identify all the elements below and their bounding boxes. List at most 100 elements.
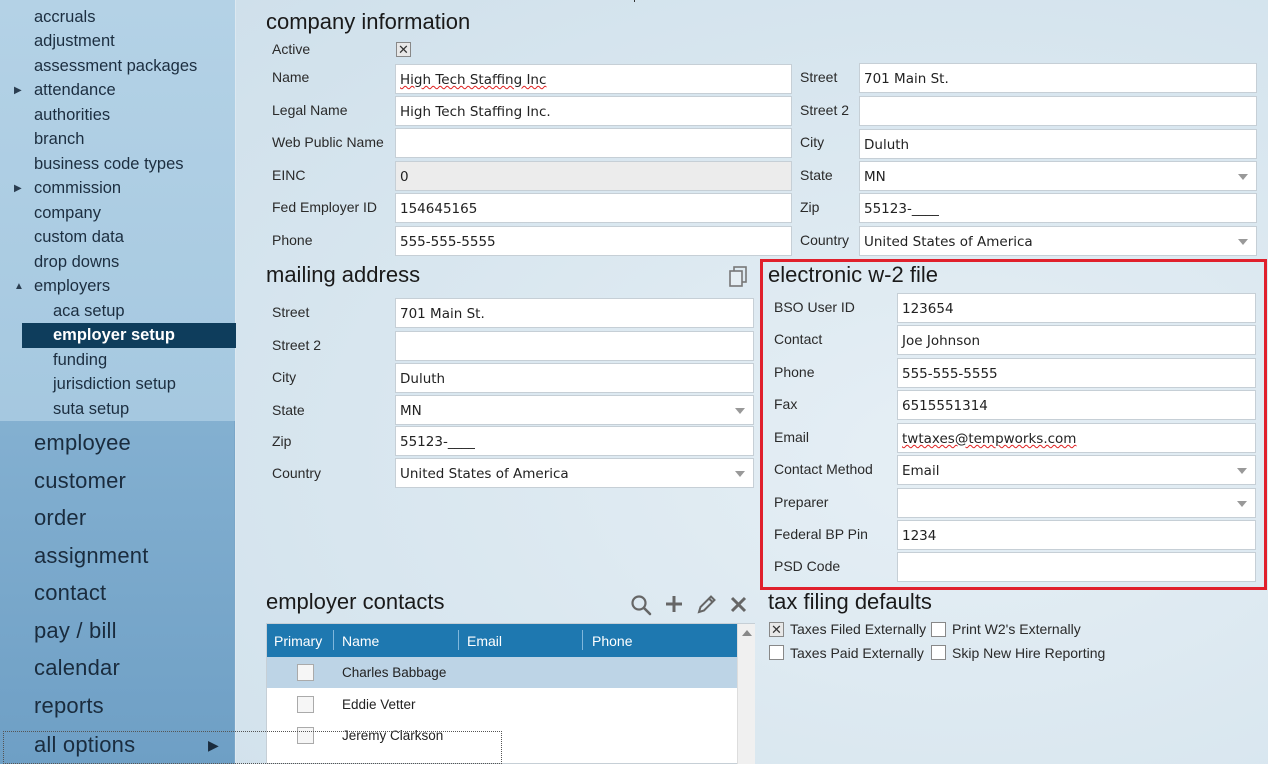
triangle-right-icon[interactable]: ▶ xyxy=(14,183,22,194)
nav-customer[interactable]: customer xyxy=(34,468,126,494)
taxes-filed-externally-label: Taxes Filed Externally xyxy=(790,621,927,637)
mailing-state-label: State xyxy=(272,402,305,418)
sidebar-item-assessment-packages[interactable]: assessment packages xyxy=(34,57,197,76)
street-input[interactable]: 701 Main St. xyxy=(859,63,1257,93)
contact-method-label: Contact Method xyxy=(774,461,873,477)
w2-phone-input[interactable]: 555-555-5555 xyxy=(897,358,1256,388)
street2-input[interactable] xyxy=(859,96,1257,126)
w2-contact-label: Contact xyxy=(774,331,823,347)
w2-email-input[interactable]: twtaxes@tempworks.com xyxy=(897,423,1256,453)
mailing-city-label: City xyxy=(272,369,297,385)
nav-reports[interactable]: reports xyxy=(34,693,104,719)
skip-new-hire-checkbox[interactable] xyxy=(931,645,946,660)
nav-pay-bill[interactable]: pay / bill xyxy=(34,618,117,644)
sidebar-subitem-employer-setup[interactable]: employer setup xyxy=(53,326,175,345)
w2-fax-input[interactable]: 6515551314 xyxy=(897,390,1256,420)
name-input[interactable]: High Tech Staffing Inc xyxy=(395,64,792,94)
taxes-paid-externally-checkbox[interactable] xyxy=(769,645,784,660)
phone-input[interactable]: 555-555-5555 xyxy=(395,226,792,256)
print-w2-externally-label: Print W2's Externally xyxy=(952,621,1081,637)
bso-user-id-input[interactable]: 123654 xyxy=(897,293,1256,323)
w2-email-value: twtaxes@tempworks.com xyxy=(902,431,1077,447)
mailing-city-input[interactable]: Duluth xyxy=(395,363,754,393)
close-icon[interactable] xyxy=(730,596,747,613)
w2-phone-label: Phone xyxy=(774,364,815,380)
active-checkbox[interactable]: ✕ xyxy=(396,42,411,57)
mailing-state-select[interactable]: MN xyxy=(395,395,754,425)
print-w2-externally-checkbox[interactable] xyxy=(931,622,946,637)
mailing-zip-label: Zip xyxy=(272,433,292,449)
column-header-email[interactable]: Email xyxy=(467,633,502,649)
taxes-filed-externally-checkbox[interactable]: ✕ xyxy=(769,622,784,637)
section-title-electronic-w2: electronic w-2 file xyxy=(768,262,938,287)
nav-order[interactable]: order xyxy=(34,505,86,531)
web-public-name-input[interactable] xyxy=(395,128,792,158)
sidebar-subitem-funding[interactable]: funding xyxy=(53,351,107,370)
mailing-country-label: Country xyxy=(272,465,322,481)
table-row[interactable]: Charles Babbage xyxy=(267,657,737,688)
sidebar-item-drop-downs[interactable]: drop downs xyxy=(34,253,119,272)
triangle-down-icon[interactable]: ▲ xyxy=(14,281,24,292)
sidebar-subitem-suta-setup[interactable]: suta setup xyxy=(53,400,129,419)
column-separator xyxy=(333,630,334,650)
country-label: Country xyxy=(800,232,850,248)
sidebar-subitem-jurisdiction-setup[interactable]: jurisdiction setup xyxy=(53,375,176,394)
section-title-tax-filing-defaults: tax filing defaults xyxy=(768,589,932,614)
bso-user-id-label: BSO User ID xyxy=(774,299,855,315)
sidebar-item-business-code-types[interactable]: business code types xyxy=(34,155,184,174)
column-header-phone[interactable]: Phone xyxy=(592,633,632,649)
skip-new-hire-label: Skip New Hire Reporting xyxy=(952,645,1106,661)
mailing-zip-input[interactable]: 55123-____ xyxy=(395,426,754,456)
nav-contact[interactable]: contact xyxy=(34,580,106,606)
sidebar-item-accruals[interactable]: accruals xyxy=(34,8,95,27)
copy-icon[interactable] xyxy=(728,266,748,288)
name-label: Name xyxy=(272,69,310,85)
w2-contact-input[interactable]: Joe Johnson xyxy=(897,325,1256,355)
state-select[interactable]: MN xyxy=(859,161,1257,191)
nav-calendar[interactable]: calendar xyxy=(34,655,120,681)
sidebar-item-adjustment[interactable]: adjustment xyxy=(34,32,115,51)
nav-assignment[interactable]: assignment xyxy=(34,543,149,569)
triangle-right-icon[interactable]: ▶ xyxy=(14,85,22,96)
sidebar-subitem-aca-setup[interactable]: aca setup xyxy=(53,302,125,321)
vertical-scrollbar[interactable] xyxy=(737,624,755,764)
mailing-street2-input[interactable] xyxy=(395,331,754,361)
primary-checkbox[interactable] xyxy=(297,664,314,681)
sidebar-item-custom-data[interactable]: custom data xyxy=(34,228,124,247)
preparer-select[interactable] xyxy=(897,488,1256,518)
sidebar-item-attendance[interactable]: attendance xyxy=(34,81,116,100)
legal-name-input[interactable]: High Tech Staffing Inc. xyxy=(395,96,792,126)
sidebar-item-company[interactable]: company xyxy=(34,204,101,223)
zip-input[interactable]: 55123-____ xyxy=(859,193,1257,223)
city-input[interactable]: Duluth xyxy=(859,129,1257,159)
scroll-up-icon[interactable] xyxy=(742,630,752,636)
search-icon[interactable] xyxy=(630,594,652,616)
fed-employer-id-input[interactable]: 154645165 xyxy=(395,193,792,223)
federal-bp-pin-input[interactable]: 1234 xyxy=(897,520,1256,550)
plus-icon[interactable] xyxy=(664,594,684,614)
pencil-icon[interactable] xyxy=(696,594,717,615)
column-header-name[interactable]: Name xyxy=(342,633,379,649)
table-row[interactable]: Eddie Vetter xyxy=(267,689,737,720)
mailing-street-input[interactable]: 701 Main St. xyxy=(395,298,754,328)
column-separator xyxy=(582,630,583,650)
column-header-primary[interactable]: Primary xyxy=(274,633,322,649)
section-title-employer-contacts: employer contacts xyxy=(266,589,445,614)
fed-employer-id-label: Fed Employer ID xyxy=(272,199,378,215)
sidebar-item-commission[interactable]: commission xyxy=(34,179,121,198)
federal-bp-pin-label: Federal BP Pin xyxy=(774,526,868,542)
nav-employee[interactable]: employee xyxy=(34,430,131,456)
contact-name: Eddie Vetter xyxy=(342,697,416,712)
contact-method-select[interactable]: Email xyxy=(897,455,1256,485)
primary-checkbox[interactable] xyxy=(297,696,314,713)
preparer-label: Preparer xyxy=(774,494,829,510)
sidebar-item-authorities[interactable]: authorities xyxy=(34,106,110,125)
psd-code-input[interactable] xyxy=(897,552,1256,582)
mailing-country-select[interactable]: United States of America xyxy=(395,458,754,488)
country-select[interactable]: United States of America xyxy=(859,226,1257,256)
state-label: State xyxy=(800,167,833,183)
w2-email-label: Email xyxy=(774,429,810,445)
sidebar-item-employers[interactable]: employers xyxy=(34,277,110,296)
sidebar-item-branch[interactable]: branch xyxy=(34,130,84,149)
top-divider xyxy=(634,0,635,2)
